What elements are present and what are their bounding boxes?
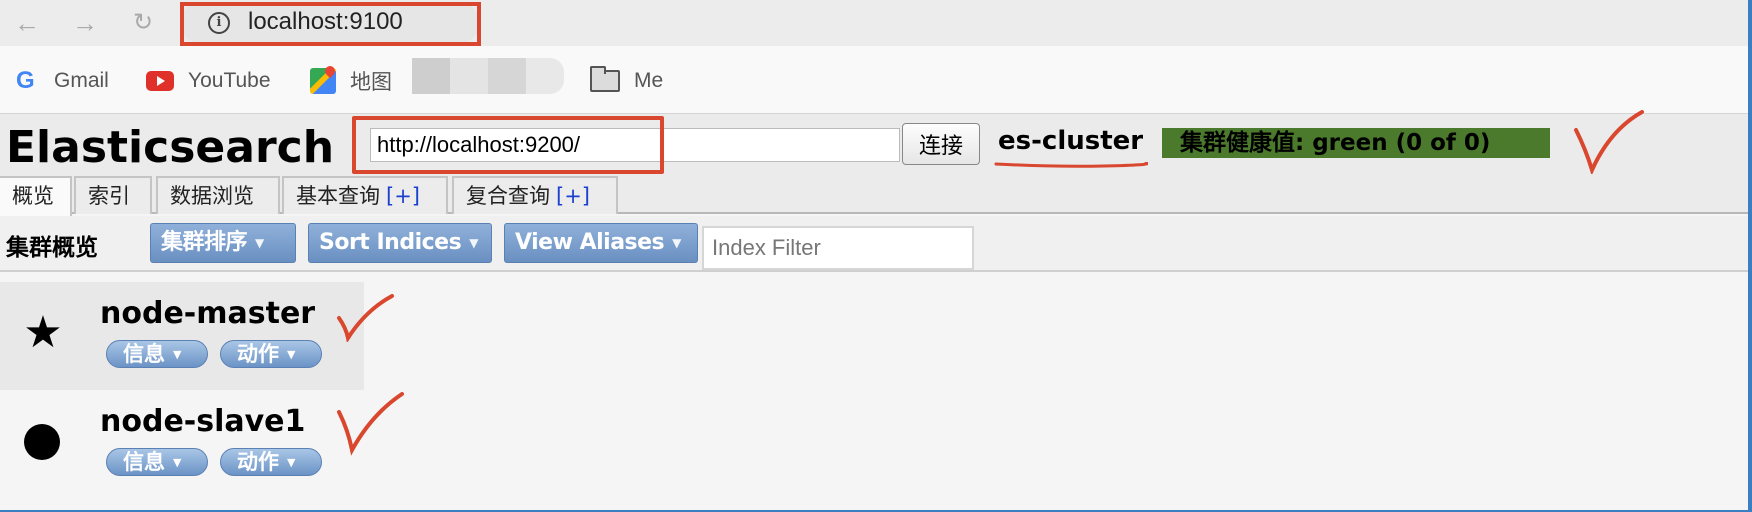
view-aliases-dropdown[interactable]: View Aliases ▼ <box>504 223 698 263</box>
tab-label: 复合查询 <box>466 184 550 208</box>
pill-label: 信息 <box>123 450 165 474</box>
sort-indices-dropdown[interactable]: Sort Indices ▼ <box>308 223 492 263</box>
maps-icon <box>310 68 336 94</box>
bookmarks-bar: G Gmail YouTube 地图 Me <box>0 46 1748 114</box>
dot-icon <box>24 424 60 460</box>
overview-toolbar: 集群概览 集群排序 ▼ Sort Indices ▼ View Aliases ▼ <box>0 216 1748 272</box>
bookmark-gmail[interactable]: G Gmail <box>16 66 109 96</box>
bookmark-folder-me[interactable]: Me <box>590 66 663 96</box>
bookmark-label: YouTube <box>188 69 271 92</box>
caret-down-icon: ▼ <box>173 456 182 469</box>
overview-title: 集群概览 <box>6 235 98 261</box>
node-row: ★ node-master 信息 ▼ 动作 ▼ <box>0 282 1748 390</box>
bookmark-label: Me <box>634 69 664 92</box>
tab-browser[interactable]: 数据浏览 <box>156 176 280 214</box>
bookmark-label: Gmail <box>54 69 109 92</box>
caret-down-icon: ▼ <box>173 348 182 361</box>
annotation-underline <box>994 162 1148 168</box>
tab-indices[interactable]: 索引 <box>74 176 152 214</box>
browser-toolbar: ← → ↻ i localhost:9100 <box>0 0 1748 46</box>
app-logo: Elasticsearch <box>6 122 335 173</box>
node-info-button[interactable]: 信息 ▼ <box>106 340 208 368</box>
annotation-checkmark <box>337 294 394 342</box>
tab-overview[interactable]: 概览 <box>0 176 72 216</box>
annotation-box-url <box>180 2 481 46</box>
node-info-button[interactable]: 信息 ▼ <box>106 448 208 476</box>
cluster-sort-dropdown[interactable]: 集群排序 ▼ <box>150 223 296 263</box>
bookmark-maps[interactable]: 地图 <box>310 66 392 96</box>
annotation-checkmark <box>337 392 404 456</box>
tab-plus[interactable]: [+] <box>556 184 590 208</box>
es-head-app: Elasticsearch 连接 es-cluster 集群健康值: green… <box>0 110 1748 510</box>
tab-label: 索引 <box>88 184 130 208</box>
pill-label: 信息 <box>123 342 165 366</box>
tab-label: 数据浏览 <box>170 184 254 208</box>
caret-down-icon: ▼ <box>287 348 296 361</box>
node-name: node-master <box>100 296 316 331</box>
redacted-bookmark <box>412 58 564 94</box>
index-filter-input[interactable] <box>702 226 974 270</box>
caret-down-icon: ▼ <box>255 236 264 250</box>
dropdown-label: Sort Indices <box>319 230 462 255</box>
app-header: Elasticsearch 连接 es-cluster 集群健康值: green… <box>0 110 1748 176</box>
dropdown-label: View Aliases <box>515 230 665 255</box>
node-name: node-slave1 <box>100 404 306 439</box>
tab-label: 概览 <box>12 184 54 208</box>
youtube-icon <box>146 71 174 91</box>
annotation-checkmark <box>1574 110 1644 176</box>
reload-icon[interactable]: ↻ <box>128 8 158 38</box>
dropdown-label: 集群排序 <box>161 230 248 255</box>
back-arrow-icon[interactable]: ← <box>12 8 42 38</box>
tab-basic-query[interactable]: 基本查询 [+] <box>282 176 448 214</box>
bookmark-label: 地图 <box>350 71 392 94</box>
folder-icon <box>590 66 620 92</box>
tab-bar: 概览 索引 数据浏览 基本查询 [+] 复合查询 [+] <box>0 174 1748 216</box>
forward-arrow-icon[interactable]: → <box>70 8 100 38</box>
tab-label: 基本查询 <box>296 184 380 208</box>
node-action-button[interactable]: 动作 ▼ <box>220 448 322 476</box>
annotation-box-uri <box>352 116 664 174</box>
cluster-name: es-cluster <box>998 126 1144 156</box>
caret-down-icon: ▼ <box>287 456 296 469</box>
caret-down-icon: ▼ <box>672 236 681 250</box>
pill-label: 动作 <box>237 450 279 474</box>
bookmark-youtube[interactable]: YouTube <box>146 66 271 96</box>
google-icon: G <box>16 67 35 94</box>
cluster-health-badge: 集群健康值: green (0 of 0) <box>1162 128 1550 158</box>
tab-plus[interactable]: [+] <box>386 184 420 208</box>
caret-down-icon: ▼ <box>469 236 478 250</box>
pill-label: 动作 <box>237 342 279 366</box>
connect-button[interactable]: 连接 <box>902 123 980 165</box>
node-action-button[interactable]: 动作 ▼ <box>220 340 322 368</box>
tab-compound-query[interactable]: 复合查询 [+] <box>452 176 618 214</box>
window-edge <box>1748 0 1752 512</box>
star-icon: ★ <box>23 308 63 357</box>
node-row: node-slave1 信息 ▼ 动作 ▼ <box>0 390 1748 498</box>
